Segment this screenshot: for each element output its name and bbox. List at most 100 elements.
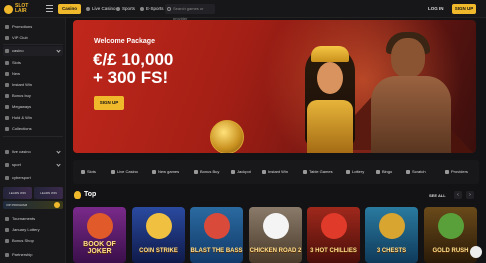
providers-button[interactable]: Providers [443,160,479,184]
vip-program-banner[interactable]: VIP PROGRAM [3,201,63,209]
sidebar-item-promotions[interactable]: Promotions [3,22,63,31]
category-scratch[interactable]: Scratch [406,167,426,177]
sidebar-item-new[interactable]: New [3,69,63,78]
promo-banner-left[interactable]: LEARN WIN [3,187,32,199]
top-bar: SLOT LAIR Casino Live Casino Sports E-Sp… [0,0,486,21]
sidebar-item-vip-club[interactable]: VIP Club [3,33,63,42]
chevron-down-icon [56,149,61,154]
promo-banners: LEARN WIN LEARN WIN [3,187,63,199]
section-title-top: Top [84,191,97,198]
category-label: New games [158,169,180,174]
category-slots[interactable]: Slots [81,167,96,177]
sidebar-item-instant-win[interactable]: Instant Win [3,80,63,89]
menu-icon[interactable] [46,5,53,12]
esports-icon [140,7,144,11]
game-title: BOOK OF JOKER [83,241,116,255]
login-button[interactable]: LOG IN [428,4,444,14]
banner-signup-button[interactable]: SIGN UP [94,96,124,110]
sidebar-item-collections[interactable]: Collections [3,124,63,133]
slots-icon [81,170,85,174]
carousel-next-button[interactable]: › [466,191,474,199]
warrior-illustration [366,28,461,153]
live-casino-icon [5,149,9,154]
sidebar-item-cybersport[interactable]: cybersport [3,173,63,182]
banner-headline-amount: €/£ 10,000 [93,50,174,69]
signup-button[interactable]: SIGN UP [452,4,476,14]
search-input[interactable]: Search games or provider [165,4,215,21]
tab-casino[interactable]: Casino [58,4,82,14]
category-label: Table Games [309,169,333,174]
welcome-banner[interactable]: Welcome Package €/£ 10,000 + 300 FS! SIG… [73,20,476,153]
sidebar-item-slots[interactable]: Slots [3,58,63,67]
sidebar-item-label: VIP Club [12,35,28,40]
sport-icon [5,162,9,167]
trophy-icon [5,216,9,221]
sidebar-item-bonus-shop[interactable]: Bonus Shop [3,236,63,245]
chat-support-button[interactable] [470,246,482,258]
category-table-games[interactable]: Table Games [303,167,333,177]
tab-sports[interactable]: Sports [112,4,139,14]
divider [3,44,63,45]
shop-icon [5,238,9,243]
sidebar-item-label: casino [12,48,24,53]
sidebar-item-label: Collections [12,126,32,131]
game-tile[interactable]: BOOK OF JOKER [73,207,126,263]
lightning-icon [5,82,9,87]
sidebar-item-bonus-buy[interactable]: Bonus buy [3,91,63,100]
hold-win-icon [5,115,9,120]
category-instant-win[interactable]: Instant Win [262,167,288,177]
tab-esports[interactable]: E-Sports [136,4,168,14]
sidebar-item-label: cybersport [12,175,31,180]
category-bar: Slots Live Casino New games Bonus Buy Ja… [73,160,476,184]
slots-icon [5,60,9,65]
game-tile[interactable]: GOLD RUSH [424,207,477,263]
category-lottery[interactable]: Lottery [346,167,364,177]
game-tile[interactable]: BLAST THE BASS [190,207,243,263]
game-tile[interactable]: CHICKEN ROAD 2 [249,207,302,263]
fisherman-illustration [204,213,230,239]
logo-text: SLOT LAIR [15,3,29,14]
sidebar-item-sport[interactable]: sport [3,160,63,169]
sidebar-item-label: Slots [12,60,21,65]
sidebar-item-casino[interactable]: casino [3,46,63,55]
sidebar-item-label: January Lottery [12,227,40,232]
lottery-icon [346,170,350,174]
gold-coin-illustration [210,120,244,153]
gift-icon [5,24,9,29]
game-tile[interactable]: 3 HOT CHILLIES [307,207,360,263]
sports-icon [116,7,120,11]
category-label: Lottery [352,169,365,174]
sidebar-item-label: Tournaments [12,216,36,221]
promo-banner-right[interactable]: LEARN WIN [34,187,63,199]
sidebar-item-tournaments[interactable]: Tournaments [3,214,63,223]
category-jackpot[interactable]: Jackpot [231,167,251,177]
sidebar-item-megaways[interactable]: Megaways [3,102,63,111]
handshake-icon [5,252,9,257]
sidebar-item-partnership[interactable]: Partnership [3,250,63,259]
category-live-casino[interactable]: Live Casino [111,167,138,177]
new-games-icon [152,170,156,174]
sidebar: Promotions VIP Club casino Slots New Ins… [0,18,66,263]
providers-icon [445,170,449,174]
game-tile[interactable]: COIN STRIKE [132,207,185,263]
sidebar-item-hold-win[interactable]: Hold & Win [3,113,63,122]
bonus-buy-icon [194,170,198,174]
sidebar-item-january-lottery[interactable]: January Lottery [3,225,63,234]
new-icon [5,71,9,76]
game-tile[interactable]: 3 CHESTS [365,207,418,263]
bingo-icon [376,170,380,174]
category-label: Live Casino [117,169,138,174]
see-all-link[interactable]: SEE ALL [429,193,446,198]
carousel-prev-button[interactable]: ‹ [454,191,462,199]
category-new-games[interactable]: New games [152,167,179,177]
category-bonus-buy[interactable]: Bonus Buy [194,167,219,177]
game-title: 3 CHESTS [376,248,407,254]
logo-mark-icon [4,4,13,14]
sidebar-item-live-casino[interactable]: live casino [3,147,63,156]
category-bingo[interactable]: Bingo [376,167,392,177]
category-label: Slots [87,169,96,174]
scratch-icon [406,170,410,174]
instant-win-icon [262,170,266,174]
site-logo[interactable]: SLOT LAIR [4,3,34,15]
live-casino-icon [86,7,90,11]
